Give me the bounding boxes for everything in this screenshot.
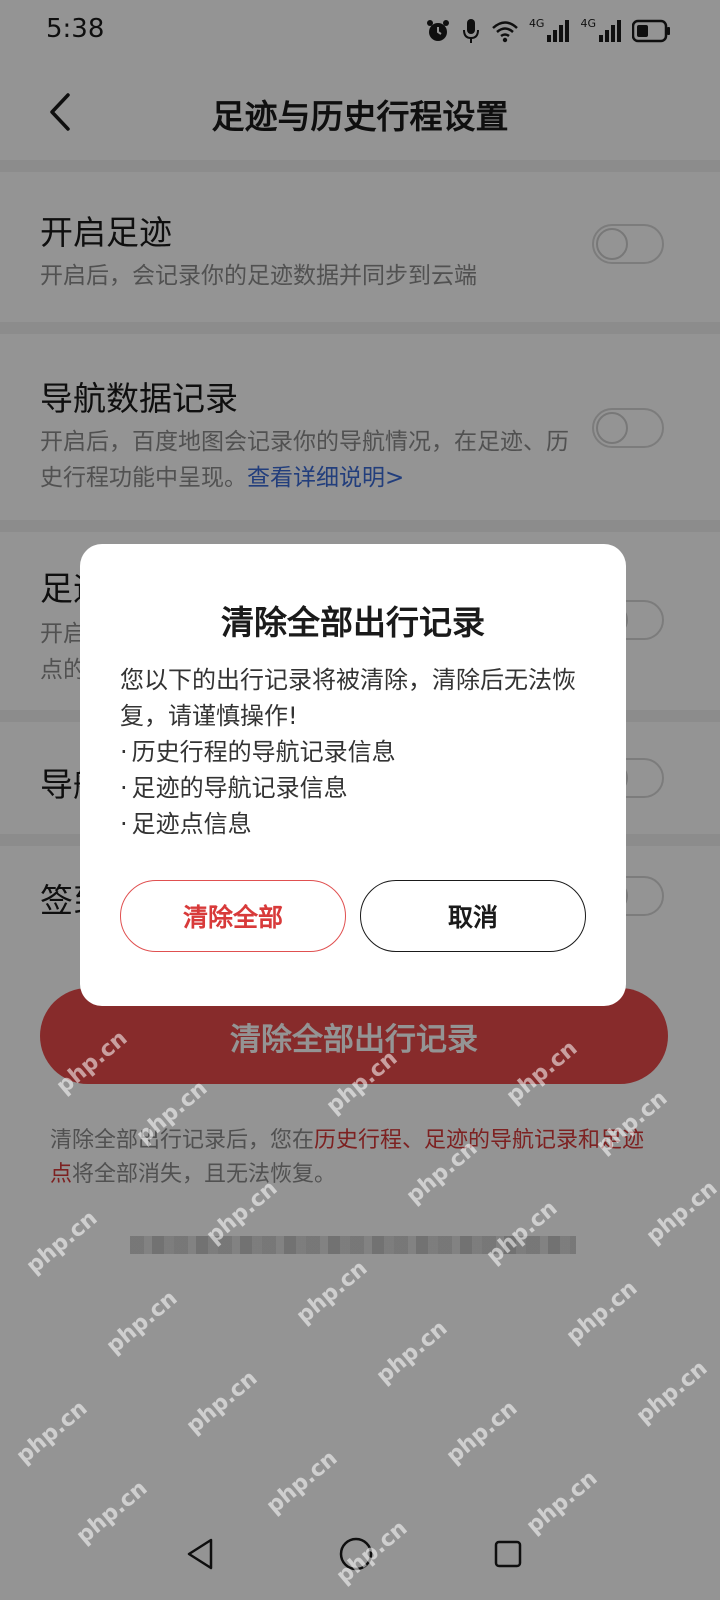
cancel-button[interactable]: 取消 <box>360 880 586 952</box>
confirm-clear-button[interactable]: 清除全部 <box>120 880 346 952</box>
dialog-title: 清除全部出行记录 <box>221 603 485 642</box>
clear-records-dialog: 清除全部出行记录 您以下的出行记录将被清除，清除后无法恢复，请谨慎操作! 历史行… <box>80 544 626 1006</box>
dialog-item-list: 历史行程的导航记录信息 足迹的导航记录信息 足迹点信息 <box>120 734 600 842</box>
dialog-body: 您以下的出行记录将被清除，清除后无法恢复，请谨慎操作! 历史行程的导航记录信息 … <box>120 662 600 842</box>
dialog-message: 您以下的出行记录将被清除，清除后无法恢复，请谨慎操作! <box>120 666 576 730</box>
dialog-list-item: 足迹点信息 <box>120 806 600 842</box>
dialog-list-item: 足迹的导航记录信息 <box>120 770 600 806</box>
dialog-list-item: 历史行程的导航记录信息 <box>120 734 600 770</box>
